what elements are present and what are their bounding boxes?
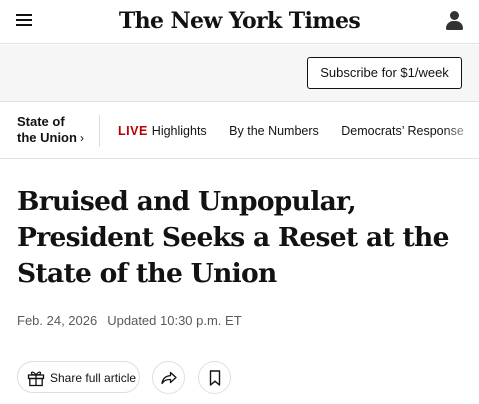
live-badge: LIVE: [118, 124, 148, 138]
account-icon[interactable]: [445, 11, 463, 31]
section-subnav: State of the Union › LIVE Highlights By th…: [0, 103, 479, 159]
share-full-article-label: Share full article: [50, 371, 137, 385]
masthead-logo[interactable]: The New York Times: [0, 6, 479, 36]
section-link-state-of-the-union[interactable]: State of the Union ›: [17, 114, 95, 146]
subnav-items: LIVE Highlights By the Numbers Democrats’…: [118, 124, 479, 138]
article-actions: Share full article: [17, 361, 477, 394]
article-dateline: Feb. 24, 2026 Updated 10:30 p.m. ET: [17, 313, 242, 328]
subscribe-bar: Subscribe for $1/week: [0, 45, 479, 102]
article-headline: Bruised and Unpopular, President Seeks a…: [17, 186, 449, 289]
subnav-item-by-the-numbers[interactable]: By the Numbers: [229, 124, 319, 138]
gift-icon: [27, 371, 45, 387]
top-bar: The New York Times: [0, 0, 479, 44]
publish-date: Feb. 24, 2026: [17, 313, 98, 328]
share-button[interactable]: [152, 361, 185, 394]
subscribe-button[interactable]: Subscribe for $1/week: [307, 57, 462, 89]
nav-divider: [99, 115, 100, 147]
subnav-item-highlights[interactable]: LIVE Highlights: [118, 124, 207, 138]
subnav-fade: [443, 103, 479, 158]
bookmark-icon: [209, 370, 221, 386]
save-button[interactable]: [198, 361, 231, 394]
section-link-line1: State of: [17, 114, 65, 129]
share-arrow-icon: [161, 371, 177, 385]
updated-time: Updated 10:30 p.m. ET: [107, 313, 242, 328]
share-full-article-button[interactable]: Share full article: [17, 361, 140, 393]
subnav-item-label: Highlights: [151, 124, 207, 138]
section-link-line2: the Union: [17, 130, 77, 145]
chevron-right-icon: ›: [79, 131, 84, 145]
